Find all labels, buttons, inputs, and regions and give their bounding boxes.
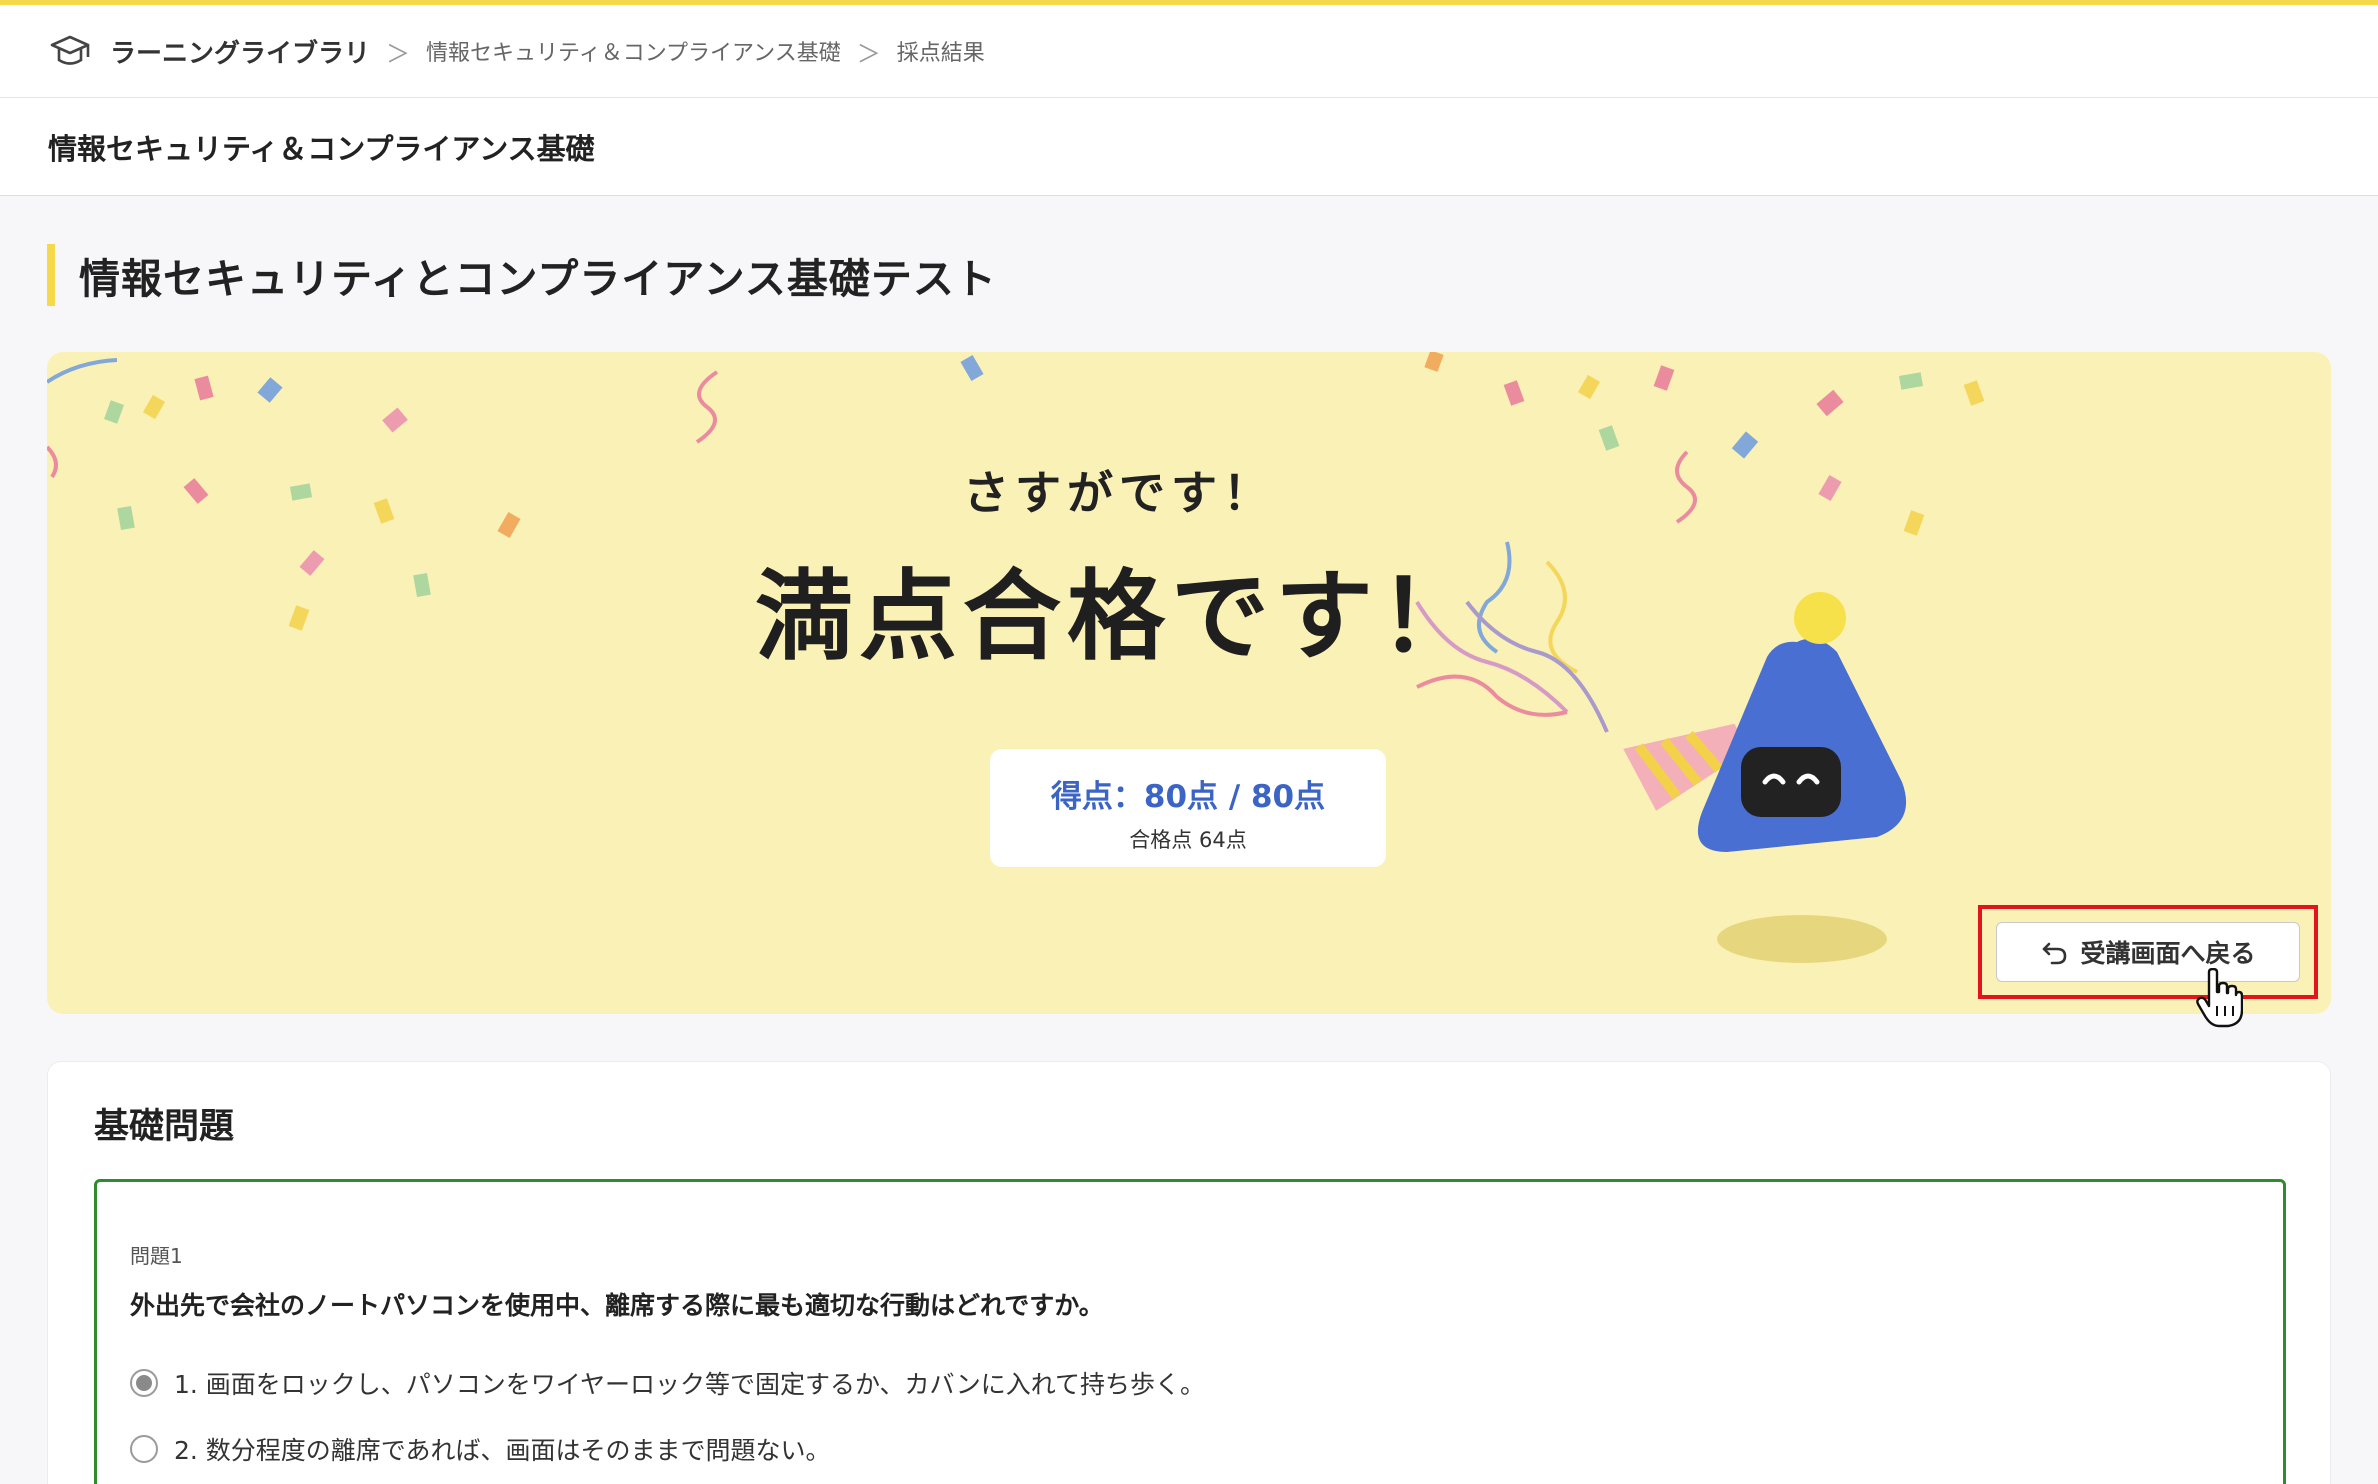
course-title: 情報セキュリティ＆コンプライアンス基礎: [48, 131, 595, 166]
graduation-cap-icon: [50, 35, 90, 65]
breadcrumb-root-link[interactable]: ラーニングライブラリ: [110, 33, 370, 70]
question-section: 基礎問題 問題1 外出先で会社のノートパソコンを使用中、離席する際に最も適切な行…: [47, 1061, 2331, 1484]
breadcrumb-current: 採点結果: [896, 41, 985, 66]
answer-option[interactable]: 1. 画面をロックし、パソコンをワイヤーロック等で固定するか、カバンに入れて持ち…: [130, 1365, 1205, 1401]
radio-unselected[interactable]: [130, 1435, 158, 1463]
answer-option[interactable]: 2. 数分程度の離席であれば、画面はそのままで問題ない。: [130, 1431, 831, 1467]
breadcrumb-course-link[interactable]: 情報セキュリティ＆コンプライアンス基礎: [426, 35, 841, 67]
score-label: 得点：80点 / 80点: [1050, 779, 1326, 815]
top-nav-bar: ラーニングライブラリ ＞ 情報セキュリティ＆コンプライアンス基礎 ＞ 採点結果: [0, 0, 2378, 98]
question-number: 問題1: [130, 1244, 183, 1268]
result-headline: 満点合格です！: [754, 560, 1483, 674]
option-label: 2. 数分程度の離席であれば、画面はそのままで問題ない。: [174, 1436, 831, 1465]
praise-text: さすがです！: [963, 466, 1275, 520]
course-header: 情報セキュリティ＆コンプライアンス基礎: [0, 98, 2378, 196]
option-label: 1. 画面をロックし、パソコンをワイヤーロック等で固定するか、カバンに入れて持ち…: [174, 1370, 1206, 1399]
return-arrow-icon: [2040, 937, 2070, 967]
section-title: 基礎問題: [94, 1107, 235, 1147]
back-to-course-button[interactable]: 受講画面へ戻る: [1996, 922, 2300, 982]
passing-score-label: 合格点 64点: [1129, 828, 1247, 852]
radio-selected[interactable]: [130, 1369, 158, 1397]
question-text: 外出先で会社のノートパソコンを使用中、離席する際に最も適切な行動はどれですか。: [130, 1291, 1104, 1320]
chevron-right-icon: ＞: [386, 39, 411, 68]
back-button-label: 受講画面へ戻る: [2080, 939, 2256, 968]
hand-pointer-icon: [2196, 968, 2243, 1028]
page-title: 情報セキュリティとコンプライアンス基礎テスト: [47, 244, 997, 306]
score-card: 得点：80点 / 80点 合格点 64点: [990, 749, 1386, 867]
question-card: 問題1 外出先で会社のノートパソコンを使用中、離席する際に最も適切な行動はどれで…: [94, 1179, 2286, 1484]
chevron-right-icon: ＞: [856, 39, 881, 68]
